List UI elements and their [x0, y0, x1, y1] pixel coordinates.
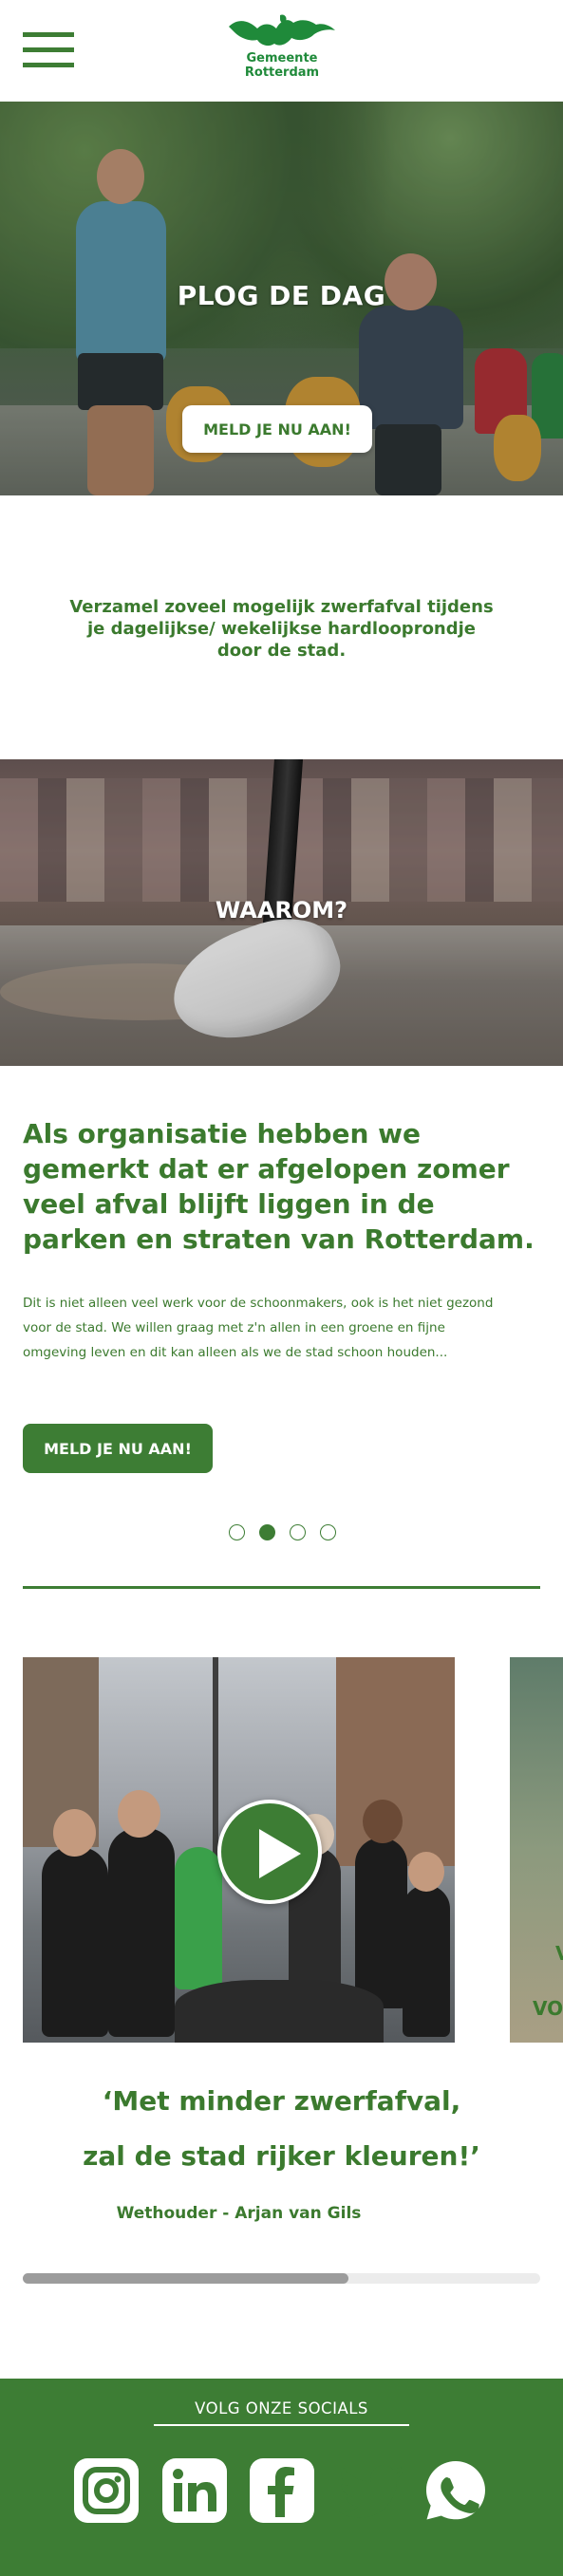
site-header: Gemeente Rotterdam — [0, 0, 563, 102]
video-tree — [213, 1657, 218, 1866]
twitter-icon[interactable] — [329, 2458, 409, 2523]
hero-title: PLOG DE DAG — [177, 280, 386, 311]
carousel-dot-2[interactable] — [259, 1524, 275, 1540]
quote: ‘Met minder zwerfafval, zal de stad rijk… — [23, 2074, 540, 2184]
section-divider — [23, 1586, 540, 1589]
video-person — [42, 1847, 108, 2037]
video-thumbnail[interactable] — [23, 1657, 455, 2043]
video-person-face — [363, 1800, 403, 1843]
why-title: WAAROM? — [215, 897, 348, 924]
instagram-icon[interactable] — [74, 2458, 139, 2523]
peek-text-1: V — [555, 1942, 563, 1965]
org-body-text: Dit is niet alleen veel werk voor de sch… — [23, 1296, 494, 1360]
video-person — [175, 1847, 222, 1989]
hero-banner: PLOG DE DAG MELD JE NU AAN! — [0, 102, 563, 495]
org-heading: Als organisatie hebben we gemerkt dat er… — [23, 1118, 535, 1255]
carousel-dot-4[interactable] — [320, 1524, 336, 1540]
horizontal-scrollbar[interactable] — [23, 2273, 540, 2284]
footer-title: VOLG ONZE SOCIALS — [195, 2399, 368, 2417]
org-signup-button[interactable]: MELD JE NU AAN! — [23, 1424, 213, 1473]
video-person — [403, 1885, 450, 2037]
carousel-dot-3[interactable] — [290, 1524, 306, 1540]
video-person-face — [408, 1852, 444, 1892]
footer: VOLG ONZE SOCIALS — [0, 2379, 563, 2576]
facebook-icon[interactable] — [250, 2458, 314, 2523]
quote-author: Wethouder - Arjan van Gils — [116, 2204, 362, 2223]
intro-text: Verzamel zoveel mogelijk zwerfafval tijd… — [69, 597, 494, 661]
logo-line-1: Gemeente — [246, 51, 318, 65]
carousel-dot-1[interactable] — [229, 1524, 245, 1540]
lion-emblem-icon — [229, 14, 335, 47]
video-trash-bags — [175, 1980, 384, 2043]
hero-signup-button[interactable]: MELD JE NU AAN! — [182, 405, 372, 453]
quote-line-1: ‘Met minder zwerfafval, — [102, 2085, 461, 2117]
peek-text-2: VO — [533, 1997, 563, 2020]
logo-line-2: Rotterdam — [244, 65, 320, 80]
video-person-face — [53, 1809, 96, 1857]
carousel-pagination — [229, 1524, 343, 1541]
hamburger-menu-icon[interactable] — [23, 32, 74, 68]
linkedin-icon[interactable] — [162, 2458, 227, 2523]
quote-line-2: zal de stad rijker kleuren!’ — [83, 2140, 480, 2172]
why-banner: WAAROM? — [0, 759, 563, 1066]
video-person-face — [118, 1790, 160, 1838]
video-person — [108, 1828, 175, 2037]
whatsapp-icon[interactable] — [423, 2458, 488, 2523]
footer-divider — [154, 2424, 409, 2426]
next-slide-peek[interactable]: V VO — [510, 1657, 563, 2043]
video-person — [355, 1838, 407, 2008]
scrollbar-thumb[interactable] — [23, 2273, 349, 2284]
play-icon[interactable] — [217, 1800, 322, 1904]
gemeente-rotterdam-logo[interactable]: Gemeente Rotterdam — [220, 13, 344, 91]
